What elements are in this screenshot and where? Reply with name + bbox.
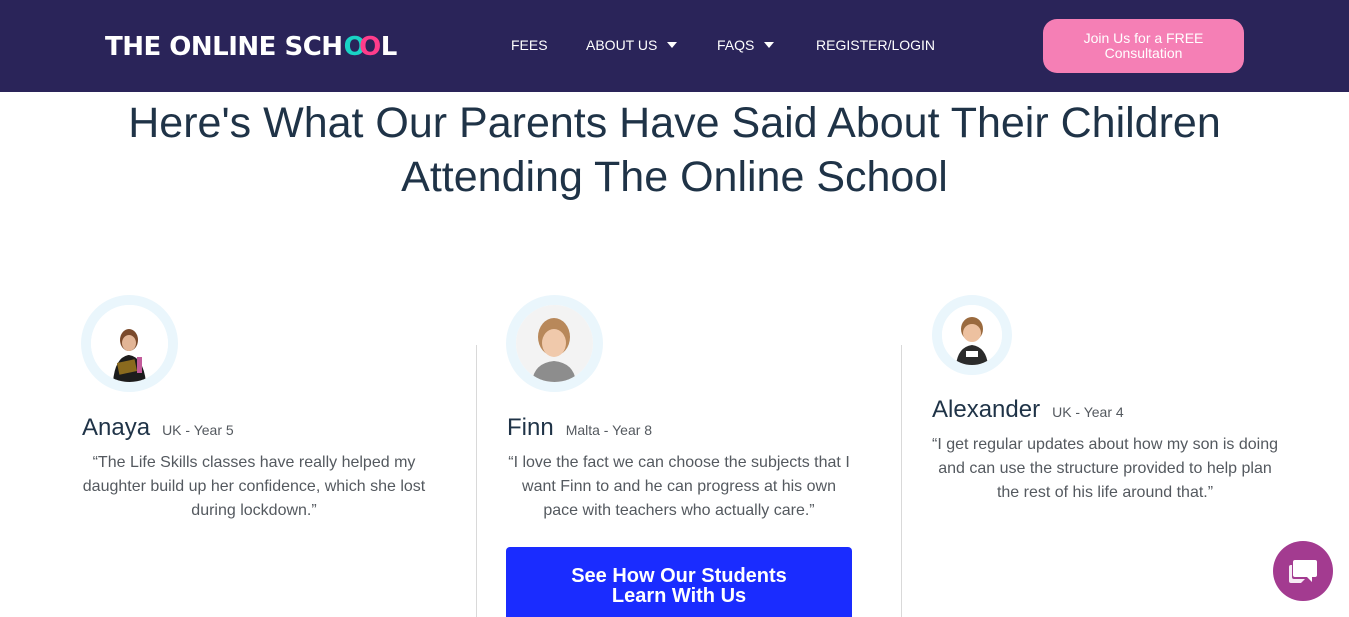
chat-button[interactable] [1273,541,1333,601]
chat-bubble-icon [1289,560,1317,583]
testimonial-header-alexander: Alexander UK - Year 4 [932,396,1124,424]
student-meta: UK - Year 4 [1052,404,1124,420]
site-header: THE ONLINE SCH O O L FEES ABOUT US FAQS REG… [0,0,1349,92]
student-photo-alexander [942,305,1002,365]
caret-down-icon [764,42,775,48]
nav-item-faqs[interactable]: FAQS [717,37,775,53]
cta-line2: Learn With Us [611,585,747,607]
testimonial-quote-alexander: “I get regular updates about how my son … [932,436,1278,501]
testimonial-quote-anaya: “The Life Skills classes have really hel… [82,454,426,519]
cta-line2: Consultation [1104,45,1183,61]
student-photo-anaya [91,305,168,382]
testimonial-quote-finn: “I love the fact we can choose the subje… [508,454,850,519]
student-meta: Malta - Year 8 [565,422,653,438]
student-name: Finn [507,414,554,441]
column-divider [476,345,477,617]
heading-line1: Here's What Our Parents Have Said About … [128,99,1221,147]
page-heading: Here's What Our Parents Have Said About … [0,96,1349,204]
testimonial-header-anaya: Anaya UK - Year 5 [82,414,234,442]
nav-label: ABOUT US [586,37,658,53]
nav-label: REGISTER/LOGIN [816,37,936,53]
nav-label: FEES [511,37,548,53]
avatar-anaya [81,295,178,392]
student-name: Anaya [82,414,151,441]
heading-line2: Attending The Online School [401,153,948,201]
column-divider [901,345,902,617]
free-consultation-button[interactable]: Join Us for a FREE Consultation [1043,19,1244,73]
student-meta: UK - Year 5 [162,422,234,438]
testimonial-header-finn: Finn Malta - Year 8 [507,414,652,442]
avatar-alexander [932,295,1012,375]
cta-line1: Join Us for a FREE [1083,30,1204,46]
nav-item-register-login[interactable]: REGISTER/LOGIN [816,37,935,53]
student-name: Alexander [932,396,1041,423]
student-photo-finn [516,305,593,382]
caret-down-icon [667,42,678,48]
see-how-students-learn-button[interactable]: See How Our Students Learn With Us [506,547,852,617]
avatar-finn [506,295,603,392]
nav-item-about-us[interactable]: ABOUT US [586,37,678,53]
nav-item-fees[interactable]: FEES [511,37,548,53]
nav-label: FAQS [717,37,755,53]
cta-line1: See How Our Students [571,565,787,587]
